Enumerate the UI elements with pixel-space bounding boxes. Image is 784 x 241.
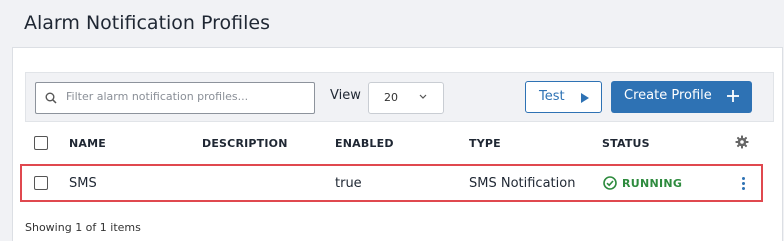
search-icon <box>45 92 57 104</box>
test-button[interactable]: Test <box>525 81 602 113</box>
check-circle-icon <box>603 176 617 190</box>
search-input[interactable] <box>64 89 308 104</box>
play-icon <box>581 93 589 103</box>
toolbar: View 20 Test Create Profile <box>25 72 774 122</box>
search-box[interactable] <box>35 82 315 114</box>
page-size-select[interactable]: 20 <box>368 82 444 114</box>
chevron-down-icon <box>419 94 427 99</box>
column-header-enabled[interactable]: ENABLED <box>335 137 394 150</box>
row-name: SMS <box>69 176 97 191</box>
gear-icon[interactable] <box>735 135 749 149</box>
plus-icon <box>727 90 739 102</box>
page-size-value: 20 <box>384 91 398 104</box>
row-checkbox[interactable] <box>34 176 48 190</box>
view-label: View <box>330 88 361 103</box>
create-profile-button[interactable]: Create Profile <box>611 81 752 113</box>
kebab-menu-icon[interactable] <box>742 177 746 191</box>
row-enabled: true <box>335 176 362 191</box>
row-type: SMS Notification <box>469 176 576 191</box>
pagination-summary: Showing 1 of 1 items <box>25 221 141 234</box>
column-header-name[interactable]: NAME <box>69 137 106 150</box>
page-title: Alarm Notification Profiles <box>24 12 270 34</box>
test-button-label: Test <box>539 89 565 104</box>
column-header-description[interactable]: DESCRIPTION <box>202 137 288 150</box>
create-profile-label: Create Profile <box>624 88 712 103</box>
profiles-panel: View 20 Test Create Profile NAME DESCRIP… <box>12 47 783 241</box>
column-header-status[interactable]: STATUS <box>602 137 650 150</box>
select-all-checkbox[interactable] <box>34 136 48 150</box>
column-header-type[interactable]: TYPE <box>469 137 501 150</box>
status-text: RUNNING <box>622 177 683 190</box>
